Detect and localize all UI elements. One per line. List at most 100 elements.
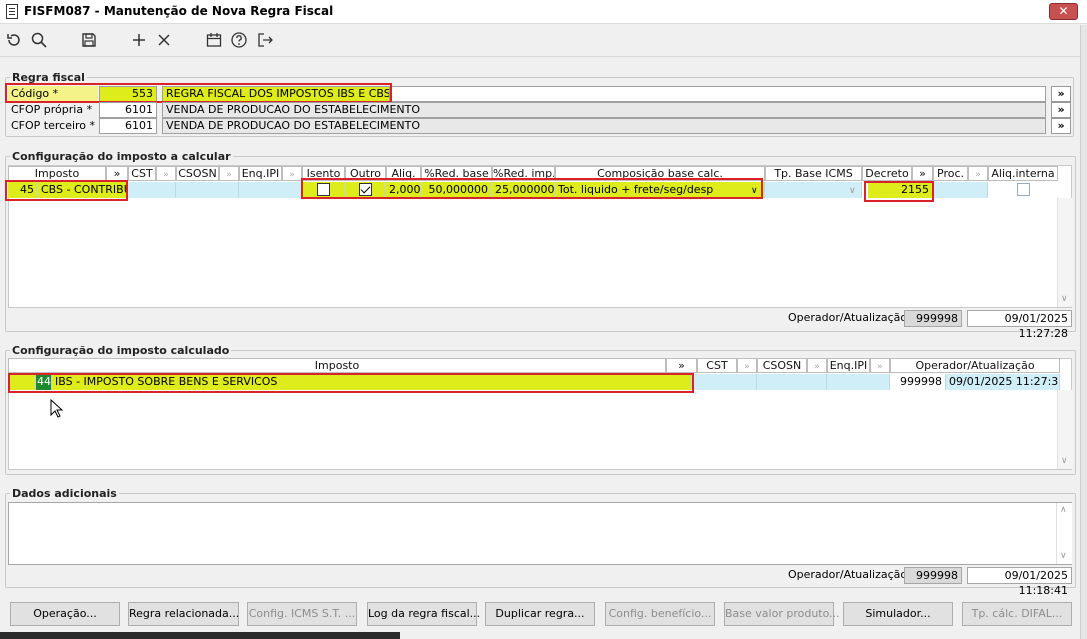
undo-icon[interactable] [4,30,24,50]
row-red-imp[interactable]: 25,000000 [492,182,555,198]
tp-calc-difal-button[interactable]: Tp. cálc. DIFAL... [962,602,1072,626]
col-calc-cst-sort[interactable]: » [737,358,757,373]
isento-checkbox[interactable] [317,183,330,196]
calc-scrollbar[interactable]: ∨ [1057,198,1073,307]
outro-checkbox[interactable] [359,183,372,196]
delete-icon[interactable] [154,30,174,50]
calc-op-user: 999998 [904,310,962,327]
close-button[interactable]: ✕ [1049,3,1078,20]
col-calc-csosn-sort[interactable]: » [807,358,827,373]
dados-op-date: 09/01/2025 11:18:41 [967,567,1072,597]
window-edge [1080,25,1087,639]
col-red-imp[interactable]: %Red. imp. [492,166,555,181]
col-proc[interactable]: Proc. [933,166,968,181]
row-calc-user[interactable]: 999998 [890,374,946,390]
toolbar [0,25,1087,55]
cfop-terceiro-label: CFOP terceiro * [11,119,96,132]
col-enqipi-sort[interactable]: » [282,166,302,181]
dados-op-user: 999998 [904,567,962,584]
help-icon[interactable] [229,30,249,50]
col-decreto[interactable]: Decreto [862,166,912,181]
row-calc-date[interactable]: 09/01/2025 11:27:37 [946,374,1060,390]
regra-fiscal-legend: Regra fiscal [12,71,85,84]
save-icon[interactable] [79,30,99,50]
col-calc-cst[interactable]: CST [697,358,737,373]
codigo-description-ext [389,86,1046,102]
row-calc-enqipi[interactable] [827,374,890,390]
calculado-scrollbar[interactable]: ∨ [1057,390,1073,469]
operacao-button[interactable]: Operação... [10,602,120,626]
col-csosn[interactable]: CSOSN [176,166,219,181]
row-calc-cst[interactable] [692,374,757,390]
row-imposto[interactable]: CBS - CONTRIBUIÇ [38,182,128,198]
cfop-propria-input[interactable]: 6101 [99,102,157,118]
add-icon[interactable] [129,30,149,50]
col-imposto[interactable]: Imposto [8,166,106,181]
col-calc-imposto-more[interactable]: » [666,358,697,373]
col-calc-op-atual[interactable]: Operador/Atualização [890,358,1060,373]
col-calc-imposto[interactable]: Imposto [8,358,666,373]
config-beneficio-button[interactable]: Config. benefício... [605,602,715,626]
col-cst[interactable]: CST [128,166,156,181]
row-calc-codigo[interactable]: 44 [36,374,52,390]
col-enqipi[interactable]: Enq.IPI [239,166,282,181]
col-aliq-interna[interactable]: Aliq.interna [988,166,1058,181]
col-decreto-more[interactable]: » [912,166,933,181]
title-bar: FISFM087 - Manutenção de Nova Regra Fisc… [0,0,1087,24]
chevron-down-icon[interactable]: ∨ [751,186,758,196]
row-enqipi[interactable] [239,182,302,198]
col-calc-enqipi[interactable]: Enq.IPI [827,358,870,373]
row-calc-gap[interactable] [8,374,36,390]
cfop-terceiro-more-button[interactable]: » [1051,118,1071,134]
cfop-propria-more-button[interactable]: » [1051,102,1071,118]
cfop-propria-label: CFOP própria * [11,103,93,116]
row-decreto[interactable]: 2155 [868,182,933,198]
col-calc-enqipi-sort[interactable]: » [870,358,890,373]
cfop-terceiro-input[interactable]: 6101 [99,118,157,134]
search-icon[interactable] [29,30,49,50]
col-tp-base-icms[interactable]: Tp. Base ICMS [765,166,862,181]
taskbar-strip [0,632,400,639]
col-aliq[interactable]: Aliq. [386,166,421,181]
cfop-propria-description: VENDA DE PRODUCAO DO ESTABELECIMENTO [162,102,1046,118]
dados-adicionais-legend: Dados adicionais [12,487,117,500]
codigo-input[interactable]: 553 [99,86,157,102]
chevron-down-icon[interactable]: ∨ [849,186,856,196]
cfop-terceiro-description: VENDA DE PRODUCAO DO ESTABELECIMENTO [162,118,1046,134]
base-valor-produto-button[interactable]: Base valor produto... [724,602,840,626]
row-aliq[interactable]: 2,0000 [386,182,421,198]
row-tp-base-icms[interactable] [765,182,862,198]
row-csosn[interactable] [176,182,239,198]
col-calc-csosn[interactable]: CSOSN [757,358,807,373]
codigo-label: Código * [8,86,98,102]
col-cst-sort[interactable]: » [156,166,176,181]
regra-relacionada-button[interactable]: Regra relacionada... [128,602,239,626]
calendar-icon[interactable] [204,30,224,50]
row-proc[interactable] [933,182,988,198]
col-red-base[interactable]: %Red. base [421,166,492,181]
duplicar-regra-button[interactable]: Duplicar regra... [485,602,595,626]
row-codigo[interactable]: 45 [8,182,38,198]
codigo-description: REGRA FISCAL DOS IMPOSTOS IBS E CBS [162,86,390,102]
simulador-button[interactable]: Simulador... [843,602,953,626]
exit-icon[interactable] [255,30,275,50]
row-calc-csosn[interactable] [757,374,827,390]
codigo-more-button[interactable]: » [1051,86,1071,102]
col-proc-sort[interactable]: » [968,166,988,181]
mouse-cursor-icon [50,399,64,418]
row-calc-imposto[interactable]: IBS - IMPOSTO SOBRE BENS E SERVICOS [52,374,692,390]
dados-adicionais-textarea[interactable] [8,502,1072,565]
row-composicao[interactable]: Tot. liquido + frete/seg/desp [555,182,765,198]
aliq-interna-checkbox[interactable] [1017,183,1030,196]
log-regra-fiscal-button[interactable]: Log da regra fiscal... [367,602,480,626]
col-imposto-more[interactable]: » [106,166,128,181]
dados-scrollbar[interactable]: ∧ ∨ [1056,503,1072,564]
config-icms-st-button[interactable]: Config. ICMS S.T. ... [247,602,357,626]
col-outro[interactable]: Outro [345,166,386,181]
row-red-base[interactable]: 50,000000 [421,182,492,198]
col-isento[interactable]: Isento [302,166,345,181]
calc-op-label: Operador/Atualização [788,311,908,324]
row-cst[interactable] [128,182,176,198]
col-csosn-sort[interactable]: » [219,166,239,181]
col-composicao[interactable]: Composição base calc. [555,166,765,181]
